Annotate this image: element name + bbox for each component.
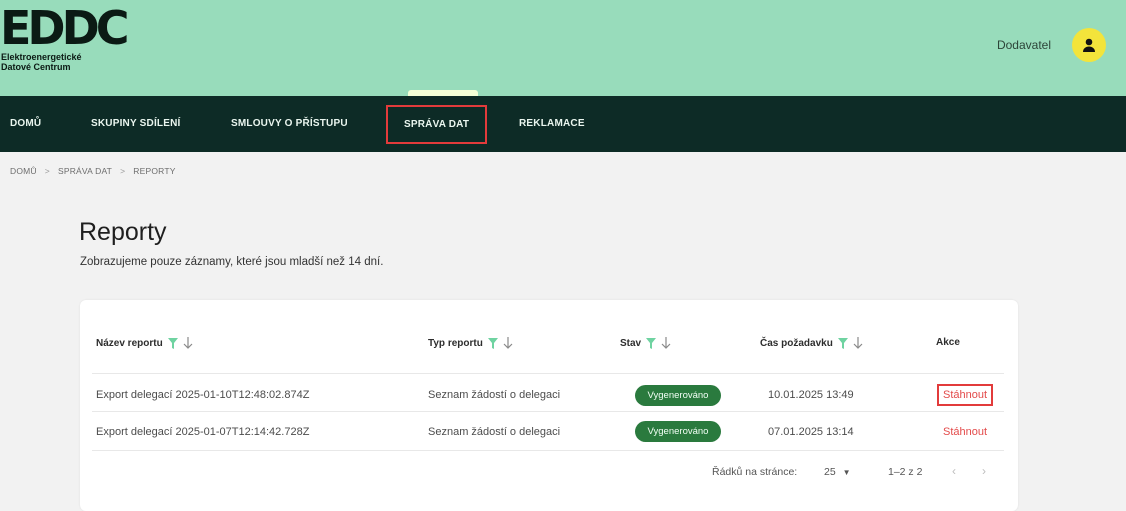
report-type-cell: Seznam žádostí o delegaci	[428, 426, 561, 438]
logo-mark: EDDC	[0, 1, 130, 55]
caret-down-icon: ▼	[842, 468, 851, 477]
download-link[interactable]: Stáhnout	[937, 384, 994, 406]
chevron-left-icon[interactable]: ‹	[952, 464, 956, 478]
sort-arrow-down-icon[interactable]	[503, 337, 513, 350]
row-divider	[92, 450, 1004, 451]
user-icon	[1083, 38, 1095, 52]
column-header-label: Název reportu	[96, 338, 163, 349]
status-badge: Vygenerováno	[635, 421, 721, 442]
page-subtitle: Zobrazujeme pouze záznamy, které jsou ml…	[80, 256, 384, 268]
sort-arrow-down-icon[interactable]	[183, 337, 193, 350]
top-header: EDDC Elektroenergetické Datové Centrum D…	[0, 0, 1126, 96]
row-divider	[92, 411, 1004, 412]
nav-item-home[interactable]: DOMŮ	[10, 96, 41, 152]
breadcrumb-separator: >	[44, 166, 50, 176]
column-header-label: Akce	[936, 337, 960, 348]
nav-item-complaints[interactable]: REKLAMACE	[519, 96, 585, 152]
chevron-right-icon[interactable]: ›	[982, 464, 986, 478]
user-avatar-button[interactable]	[1072, 28, 1106, 62]
nav-item-sharing-groups[interactable]: SKUPINY SDÍLENÍ	[91, 96, 181, 152]
column-header-label: Typ reportu	[428, 338, 483, 349]
column-header-report-name[interactable]: Název reportu	[96, 337, 193, 350]
download-link[interactable]: Stáhnout	[943, 426, 987, 438]
reports-table-card: Název reportu Typ reportu Stav Čas požad…	[80, 300, 1018, 511]
main-navigation: DOMŮ SKUPINY SDÍLENÍ SMLOUVY O PŘÍSTUPU …	[0, 96, 1126, 152]
rows-per-page-select[interactable]: 25 ▼	[824, 466, 851, 478]
logo[interactable]: EDDC Elektroenergetické Datové Centrum	[0, 1, 140, 72]
filter-icon[interactable]	[167, 338, 178, 349]
request-time-cell: 10.01.2025 13:49	[768, 389, 854, 401]
column-header-actions: Akce	[936, 337, 960, 348]
rows-per-page-label: Řádků na stránce:	[712, 466, 798, 478]
page-title: Reporty	[79, 218, 167, 246]
breadcrumb-home[interactable]: DOMŮ	[10, 166, 37, 176]
nav-item-data-management[interactable]: SPRÁVA DAT	[386, 105, 488, 144]
nav-item-access-contracts[interactable]: SMLOUVY O PŘÍSTUPU	[231, 96, 348, 152]
breadcrumb-reports: REPORTY	[133, 166, 176, 176]
filter-icon[interactable]	[646, 338, 657, 349]
pagination-range: 1–2 z 2	[888, 466, 923, 478]
report-name-cell: Export delegací 2025-01-10T12:48:02.874Z	[96, 389, 310, 401]
sort-arrow-down-icon[interactable]	[853, 337, 863, 350]
column-header-request-time[interactable]: Čas požadavku	[760, 337, 863, 350]
sort-arrow-down-icon[interactable]	[661, 337, 671, 350]
logo-text: Elektroenergetické Datové Centrum	[0, 52, 140, 72]
request-time-cell: 07.01.2025 13:14	[768, 426, 854, 438]
user-role-label: Dodavatel	[996, 38, 1051, 52]
logo-line-2: Datové Centrum	[1, 62, 71, 72]
breadcrumb-separator: >	[120, 166, 126, 176]
row-divider	[92, 373, 1004, 374]
column-header-label: Čas požadavku	[760, 338, 833, 349]
rows-per-page-value: 25	[824, 466, 836, 478]
filter-icon[interactable]	[837, 338, 848, 349]
column-header-report-type[interactable]: Typ reportu	[428, 337, 513, 350]
breadcrumb: DOMŮ > SPRÁVA DAT > REPORTY	[10, 166, 176, 176]
report-type-cell: Seznam žádostí o delegaci	[428, 389, 561, 401]
report-name-cell: Export delegací 2025-01-07T12:14:42.728Z	[96, 426, 310, 438]
filter-icon[interactable]	[487, 338, 498, 349]
column-header-label: Stav	[620, 338, 642, 349]
breadcrumb-data-management[interactable]: SPRÁVA DAT	[58, 166, 112, 176]
status-badge: Vygenerováno	[635, 385, 721, 406]
column-header-status[interactable]: Stav	[620, 337, 671, 350]
